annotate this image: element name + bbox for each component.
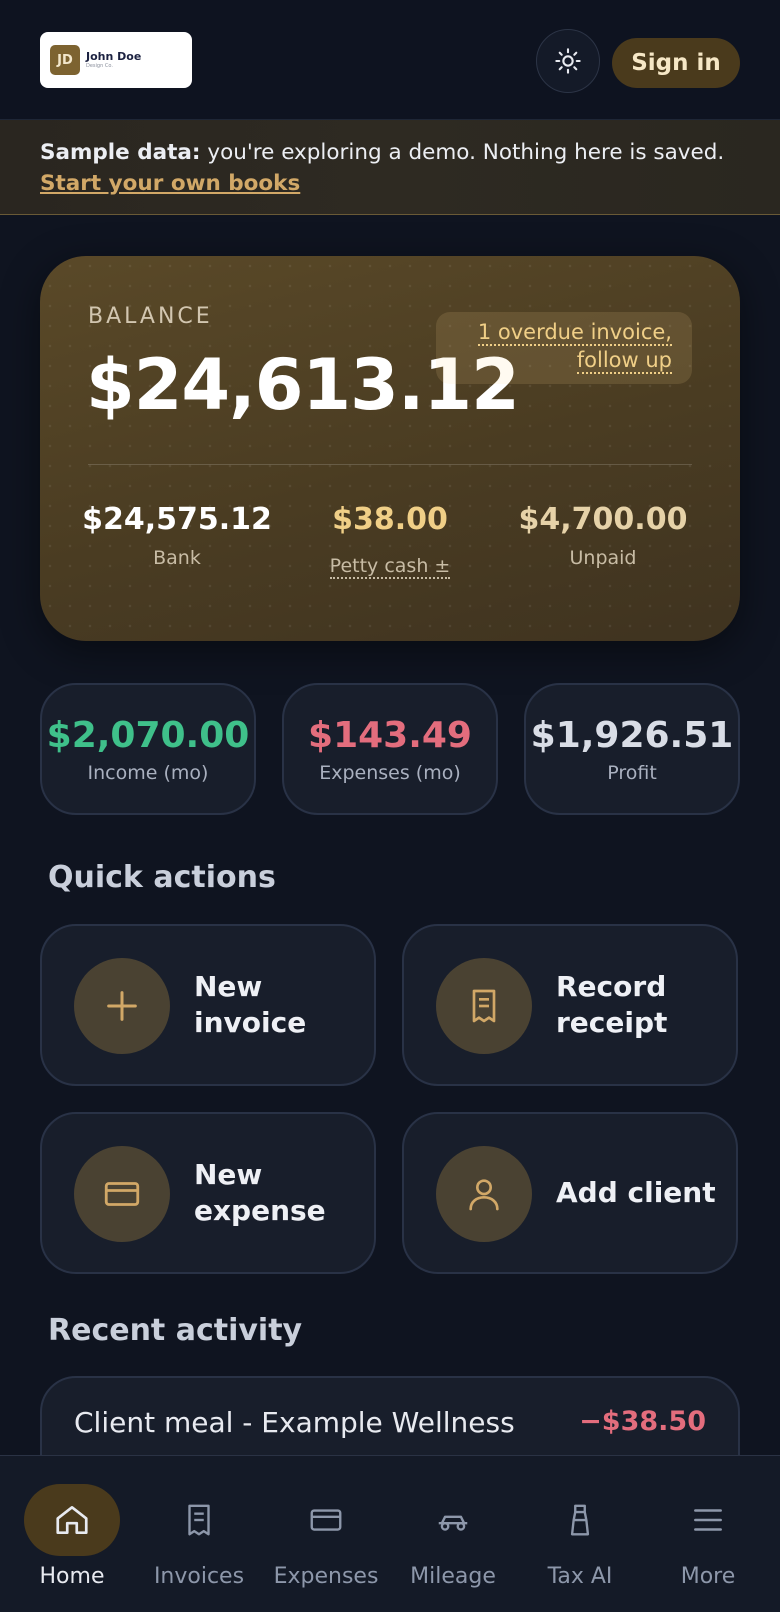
profit-label: Profit (607, 762, 657, 784)
unpaid-value: $4,700.00 (518, 502, 688, 537)
quick-actions-title: Quick actions (48, 860, 276, 895)
income-value: $2,070.00 (46, 715, 250, 756)
menu-icon (660, 1484, 756, 1556)
petty-cash-stat[interactable]: $38.00 Petty cash ± (285, 502, 495, 579)
new-invoice-label: New invoice (194, 926, 364, 1084)
credit-card-icon (278, 1484, 374, 1556)
sun-icon (555, 48, 581, 74)
nav-home[interactable]: Home (12, 1484, 132, 1589)
sample-data-banner: Sample data: you're exploring a demo. No… (0, 120, 780, 215)
record-receipt-button[interactable]: Record receipt (402, 924, 738, 1086)
new-expense-line2: expense (194, 1194, 326, 1227)
record-receipt-label: Record receipt (556, 926, 726, 1084)
theme-toggle-button[interactable] (536, 29, 600, 93)
logo-name: John Doe (86, 49, 142, 63)
bottom-navigation: Home Invoices Expenses Mileage Tax AI Mo… (0, 1455, 780, 1612)
invoice-icon (151, 1484, 247, 1556)
banner-bold: Sample data: (40, 140, 201, 165)
overdue-line2: follow up (576, 348, 672, 374)
income-card[interactable]: $2,070.00 Income (mo) (40, 683, 256, 815)
activity-name: Client meal - Example Wellness (74, 1406, 515, 1439)
nav-tax-ai-label: Tax AI (547, 1564, 613, 1589)
add-client-label: Add client (556, 1176, 716, 1209)
nav-mileage[interactable]: Mileage (393, 1484, 513, 1589)
new-expense-line1: New (194, 1158, 263, 1191)
petty-cash-label-wrap: Petty cash ± (285, 555, 495, 579)
nav-invoices-label: Invoices (153, 1564, 245, 1589)
new-expense-button[interactable]: New expense (40, 1112, 376, 1274)
unpaid-label: Unpaid (569, 547, 637, 569)
car-icon (405, 1484, 501, 1556)
credit-card-icon (74, 1146, 170, 1242)
balance-card: BALANCE $24,613.12 1 overdue invoice, fo… (40, 256, 740, 641)
logo-text: John Doe Design Co. (86, 49, 142, 70)
overdue-line1: 1 overdue invoice, (477, 320, 672, 346)
nav-more[interactable]: More (648, 1484, 768, 1589)
new-invoice-line1: New (194, 970, 263, 1003)
bank-label: Bank (153, 547, 201, 569)
sign-in-button[interactable]: Sign in (612, 38, 740, 88)
nav-more-label: More (680, 1564, 736, 1589)
banner-text: Sample data: you're exploring a demo. No… (40, 137, 740, 168)
nav-tax-ai[interactable]: Tax AI (520, 1484, 640, 1589)
balance-divider (88, 464, 692, 465)
record-receipt-line2: receipt (556, 1006, 668, 1039)
company-logo[interactable]: JD John Doe Design Co. (40, 32, 192, 88)
plus-icon (74, 958, 170, 1054)
petty-cash-label[interactable]: Petty cash ± (329, 555, 451, 579)
nav-invoices[interactable]: Invoices (139, 1484, 259, 1589)
overdue-invoice-link[interactable]: 1 overdue invoice, follow up (436, 312, 692, 384)
petty-cash-value: $38.00 (332, 502, 448, 537)
nav-mileage-label: Mileage (410, 1564, 496, 1589)
bank-value: $24,575.12 (82, 502, 272, 537)
add-client-button[interactable]: Add client (402, 1112, 738, 1274)
nav-expenses-label: Expenses (273, 1564, 379, 1589)
nav-expenses[interactable]: Expenses (266, 1484, 386, 1589)
new-invoice-button[interactable]: New invoice (40, 924, 376, 1086)
income-label: Income (mo) (87, 762, 209, 784)
recent-activity-title: Recent activity (48, 1313, 303, 1348)
balance-label: BALANCE (88, 304, 213, 329)
banner-message: you're exploring a demo. Nothing here is… (200, 140, 725, 165)
profit-card[interactable]: $1,926.51 Profit (524, 683, 740, 815)
record-receipt-line1: Record (556, 970, 667, 1003)
new-expense-label: New expense (194, 1114, 364, 1272)
home-icon (24, 1484, 120, 1556)
tax-ai-icon (532, 1484, 628, 1556)
nav-home-label: Home (39, 1564, 105, 1589)
logo-subtitle: Design Co. (86, 62, 113, 69)
new-invoice-line2: invoice (194, 1006, 307, 1039)
expenses-card[interactable]: $143.49 Expenses (mo) (282, 683, 498, 815)
expenses-value: $143.49 (308, 715, 472, 756)
user-icon (436, 1146, 532, 1242)
logo-mark: JD (50, 45, 80, 75)
bank-stat: $24,575.12 Bank (72, 502, 282, 569)
unpaid-stat: $4,700.00 Unpaid (498, 502, 708, 569)
start-own-books-link[interactable]: Start your own books (40, 168, 740, 199)
app-header: JD John Doe Design Co. Sign in (0, 0, 780, 120)
expenses-label: Expenses (mo) (319, 762, 461, 784)
activity-amount: −$38.50 (579, 1406, 706, 1437)
profit-value: $1,926.51 (530, 715, 734, 756)
receipt-icon (436, 958, 532, 1054)
